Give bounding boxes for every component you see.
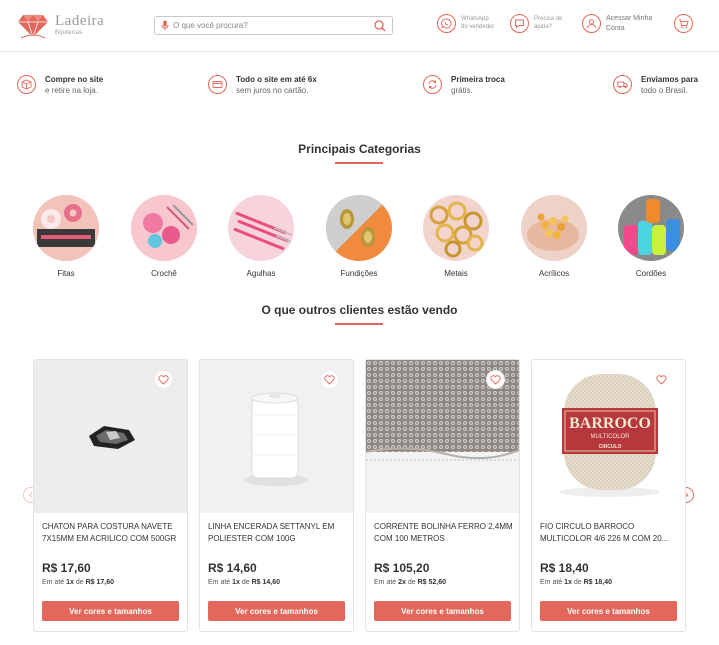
- product-price: R$ 18,40: [540, 561, 589, 575]
- exchange-icon: [423, 75, 442, 94]
- product-card[interactable]: BARROCO MULTICOLOR CIRCULO FIO CIRCULO B…: [531, 359, 686, 632]
- favorite-button[interactable]: [320, 370, 339, 389]
- perk-title: Compre no site: [45, 75, 104, 84]
- whatsapp-icon: [437, 14, 456, 33]
- search-input[interactable]: [173, 21, 374, 30]
- see-options-button[interactable]: Ver cores e tamanhos: [374, 601, 511, 621]
- product-price: R$ 17,60: [42, 561, 91, 575]
- logo-text: Ladeira: [55, 13, 105, 29]
- product-price: R$ 105,20: [374, 561, 430, 575]
- see-options-button[interactable]: Ver cores e tamanhos: [540, 601, 677, 621]
- cart-link[interactable]: [674, 14, 693, 33]
- product-card[interactable]: LINHA ENCERADA SETTANYL EM POLIESTER COM…: [199, 359, 354, 632]
- heart-icon: [158, 374, 169, 385]
- truck-icon: [613, 75, 632, 94]
- category-image: [521, 195, 587, 261]
- barroco-brand-text: BARROCO: [569, 415, 651, 432]
- category-fundicoes[interactable]: Fundições: [326, 195, 392, 278]
- user-icon: [582, 14, 601, 33]
- perk-title: Enviamos para: [641, 75, 698, 84]
- product-card[interactable]: CORRENTE BOLINHA FERRO 2,4MM COM 100 MET…: [365, 359, 520, 632]
- site-header: Ladeira Bijuterias WhatsApp do vendedor: [0, 0, 719, 52]
- product-installments: Em até 1x de R$ 14,60: [208, 579, 281, 586]
- product-price: R$ 14,60: [208, 561, 257, 575]
- category-label: Fundições: [340, 269, 378, 278]
- product-installments: Em até 2x de R$ 52,60: [374, 579, 447, 586]
- categories-title: Principais Categorias: [298, 142, 421, 156]
- category-label: Metais: [444, 269, 468, 278]
- credit-card-icon: [208, 75, 227, 94]
- category-label: Cordões: [635, 269, 667, 278]
- perk-subtitle: sem juros no cartão.: [236, 86, 309, 96]
- see-options-button[interactable]: Ver cores e tamanhos: [208, 601, 345, 621]
- category-image: [326, 195, 392, 261]
- perk-exchange: Primeira troca grátis.: [423, 74, 505, 96]
- box-icon: [17, 75, 36, 94]
- category-image: [618, 195, 684, 261]
- product-name[interactable]: CHATON PARA COSTURA NAVETE 7X15MM EM ACR…: [42, 521, 182, 547]
- favorite-button[interactable]: [154, 370, 173, 389]
- perk-shipping: Enviamos para todo o Brasil.: [613, 74, 698, 96]
- category-image: [228, 195, 294, 261]
- product-installments: Em até 1x de R$ 18,40: [540, 579, 613, 586]
- product-installments: Em até 1x de R$ 17,60: [42, 579, 115, 586]
- category-label: Crochê: [151, 269, 177, 278]
- category-fitas[interactable]: Fitas: [33, 195, 99, 278]
- product-name[interactable]: LINHA ENCERADA SETTANYL EM POLIESTER COM…: [208, 521, 348, 547]
- chat-icon: [510, 14, 529, 33]
- category-acrilicos[interactable]: Acrílicos: [521, 195, 587, 278]
- favorite-button[interactable]: [652, 370, 671, 389]
- category-label: Acrílicos: [538, 269, 570, 278]
- account-label: Acessar Minha: [606, 15, 653, 23]
- perk-title: Todo o site em até 6x: [236, 75, 317, 84]
- category-label: Agulhas: [246, 269, 276, 278]
- category-label: Fitas: [57, 269, 75, 278]
- product-card[interactable]: CHATON PARA COSTURA NAVETE 7X15MM EM ACR…: [33, 359, 188, 632]
- favorite-button[interactable]: [486, 370, 505, 389]
- perk-subtitle: todo o Brasil.: [641, 86, 688, 96]
- category-metais[interactable]: Metais: [423, 195, 489, 278]
- help-label: Precisa de: [534, 15, 563, 22]
- whatsapp-label: WhatsApp: [461, 15, 489, 22]
- account-link[interactable]: Acessar Minha Conta: [582, 14, 652, 33]
- search-icon[interactable]: [374, 19, 386, 32]
- title-underline: [335, 323, 383, 325]
- diamond-logo-icon: [18, 15, 48, 39]
- heart-icon: [656, 374, 667, 385]
- logo-subtitle: Bijuterias: [55, 30, 83, 36]
- logo[interactable]: Ladeira Bijuterias: [17, 11, 104, 39]
- perk-subtitle: e retire na loja.: [45, 86, 98, 96]
- cart-icon: [674, 14, 693, 33]
- see-options-button[interactable]: Ver cores e tamanhos: [42, 601, 179, 621]
- title-underline: [335, 162, 383, 164]
- perk-installments: Todo o site em até 6x sem juros no cartã…: [208, 74, 317, 96]
- microphone-icon[interactable]: [161, 20, 169, 31]
- product-name[interactable]: FIO CIRCULO BARROCO MULTICOLOR 4/6 226 M…: [540, 521, 680, 547]
- whatsapp-sublabel: do vendedor: [461, 23, 495, 30]
- help-sublabel: ajuda?: [534, 23, 553, 30]
- barroco-line-text: MULTICOLOR: [591, 434, 631, 440]
- category-cordoes[interactable]: Cordões: [618, 195, 684, 278]
- products-title: O que outros clientes estão vendo: [261, 303, 458, 317]
- category-image: [423, 195, 489, 261]
- category-image: [131, 195, 197, 261]
- perk-pickup: Compre no site e retire na loja.: [17, 74, 103, 96]
- category-croche[interactable]: Crochê: [131, 195, 197, 278]
- help-link[interactable]: Precisa de ajuda?: [510, 14, 562, 33]
- perk-subtitle: grátis.: [451, 86, 473, 96]
- heart-icon: [324, 374, 335, 385]
- product-name[interactable]: CORRENTE BOLINHA FERRO 2,4MM COM 100 MET…: [374, 521, 514, 547]
- category-agulhas[interactable]: Agulhas: [228, 195, 294, 278]
- category-image: [33, 195, 99, 261]
- account-sublabel: Conta: [606, 24, 625, 32]
- heart-icon: [490, 374, 501, 385]
- search-bar: [154, 16, 393, 35]
- barroco-maker-text: CIRCULO: [599, 444, 622, 450]
- whatsapp-link[interactable]: WhatsApp do vendedor: [437, 14, 494, 33]
- perk-title: Primeira troca: [451, 75, 505, 84]
